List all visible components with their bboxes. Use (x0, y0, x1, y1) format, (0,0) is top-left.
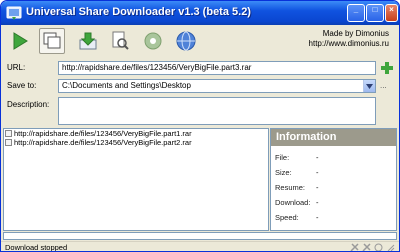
windows-icon (43, 32, 61, 49)
info-resume-value: - (316, 183, 319, 192)
app-window: Universal Share Downloader v1.3 (beta 5.… (0, 0, 400, 252)
list-item[interactable]: http://rapidshare.de/files/123456/VeryBi… (4, 138, 268, 147)
tools-icon[interactable] (350, 243, 359, 252)
list-item[interactable]: http://rapidshare.de/files/123456/VeryBi… (4, 129, 268, 138)
download-list[interactable]: http://rapidshare.de/files/123456/VeryBi… (3, 128, 269, 231)
list-item-url: http://rapidshare.de/files/123456/VeryBi… (14, 138, 192, 147)
info-resume-label: Resume: (275, 183, 306, 192)
info-speed-label: Speed: (275, 213, 299, 222)
file-icon (5, 139, 12, 146)
help-icon (176, 31, 196, 51)
title-bar[interactable]: Universal Share Downloader v1.3 (beta 5.… (1, 1, 399, 25)
windows-button[interactable] (39, 28, 65, 54)
save-to-label: Save to: (7, 81, 37, 90)
made-by-text: Made by Dimonius (322, 29, 389, 38)
url-label: URL: (7, 63, 26, 72)
information-title: Information (271, 129, 396, 146)
download-button[interactable] (75, 28, 101, 54)
info-size-value: - (316, 168, 319, 177)
combo-dropdown-button[interactable] (363, 80, 375, 92)
app-icon (6, 6, 22, 20)
minimize-button[interactable]: _ (347, 4, 365, 22)
toolbar: Made by Dimonius http://www.dimonius.ru (1, 25, 399, 59)
info-speed-value: - (316, 213, 319, 222)
progress-bar (3, 232, 397, 240)
document-search-icon (112, 31, 129, 50)
tools-icon[interactable] (362, 243, 371, 252)
save-to-value: C:\Documents and Settings\Desktop (62, 81, 191, 90)
help-button[interactable] (173, 28, 199, 54)
clock-icon[interactable] (374, 243, 383, 252)
maximize-button[interactable]: □ (366, 4, 384, 22)
settings-icon (144, 32, 162, 50)
status-bar: Download stopped (1, 241, 399, 252)
description-label: Description: (7, 100, 50, 109)
save-to-combo[interactable]: C:\Documents and Settings\Desktop (58, 79, 376, 93)
browse-button[interactable]: ... (380, 81, 387, 90)
info-download-value: - (316, 198, 319, 207)
info-download-label: Download: (275, 198, 311, 207)
start-button[interactable] (7, 28, 33, 54)
author-url[interactable]: http://www.dimonius.ru (309, 39, 389, 49)
settings-button[interactable] (140, 28, 166, 54)
document-search-button[interactable] (107, 28, 133, 54)
resize-grip-icon[interactable] (386, 243, 395, 252)
credits: Made by Dimonius http://www.dimonius.ru (309, 29, 389, 49)
add-icon[interactable] (381, 62, 393, 74)
download-icon (79, 32, 97, 50)
description-input[interactable] (58, 97, 376, 125)
info-file-label: File: (275, 153, 290, 162)
status-icons (350, 243, 395, 252)
info-size-label: Size: (275, 168, 292, 177)
file-icon (5, 130, 12, 137)
information-panel: Information File: - Size: - Resume: - Do… (270, 128, 397, 231)
window-title: Universal Share Downloader v1.3 (beta 5.… (26, 6, 251, 18)
info-file-value: - (316, 153, 319, 162)
list-item-url: http://rapidshare.de/files/123456/VeryBi… (14, 129, 192, 138)
close-button[interactable]: × (385, 4, 398, 22)
start-icon (13, 32, 28, 50)
chevron-down-icon (366, 83, 373, 89)
url-input[interactable]: http://rapidshare.de/files/123456/VeryBi… (58, 61, 376, 75)
status-text: Download stopped (5, 243, 68, 252)
